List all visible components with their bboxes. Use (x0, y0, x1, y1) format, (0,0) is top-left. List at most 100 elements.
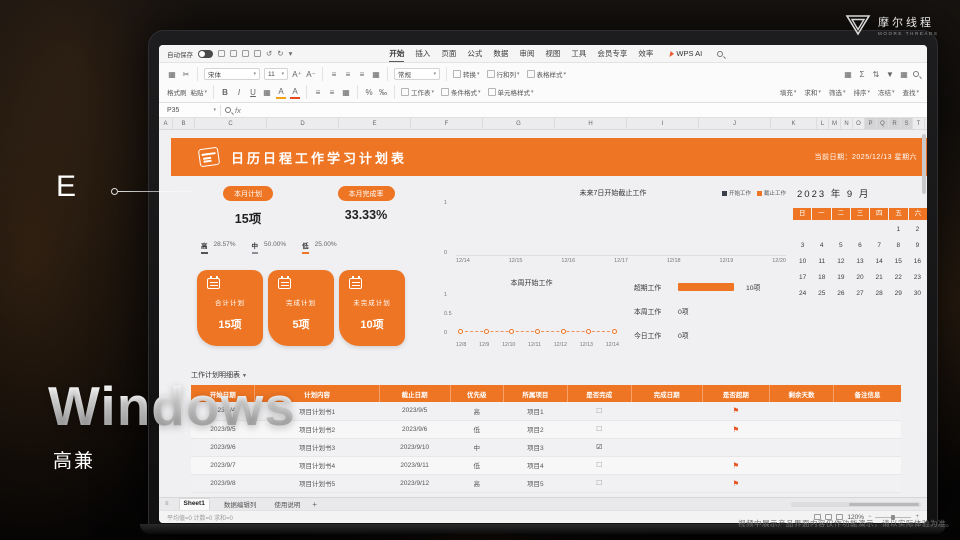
sheet-tab[interactable]: 使用说明 (270, 498, 304, 510)
day-cell[interactable]: 2 (908, 222, 927, 238)
day-cell[interactable]: 20 (850, 270, 869, 286)
ribbon-button[interactable]: 行和列▾ (487, 69, 520, 79)
menu-tab[interactable]: 会员专享 (597, 45, 627, 62)
ribbon-tool-button[interactable]: 求和▾ (804, 87, 821, 97)
day-cell[interactable]: 1 (889, 222, 908, 238)
italic-button[interactable]: I (234, 86, 244, 99)
font-color-icon[interactable]: A (290, 86, 300, 99)
day-cell[interactable]: 5 (831, 238, 850, 254)
day-cell[interactable]: 8 (889, 238, 908, 254)
autosave-toggle[interactable] (198, 50, 213, 58)
borders-icon[interactable]: ▦ (262, 86, 272, 99)
done-checkbox[interactable]: ☑ (596, 444, 602, 451)
wps-ai-button[interactable]: WPS AI (670, 49, 702, 58)
output-icon[interactable] (230, 50, 237, 57)
find-icon[interactable] (913, 71, 919, 77)
column-header[interactable]: P (865, 118, 877, 129)
number-format-select[interactable]: 常规▾ (394, 68, 440, 80)
menu-tab[interactable]: 视图 (545, 45, 560, 62)
day-cell[interactable]: 25 (812, 286, 831, 302)
day-cell[interactable]: 30 (908, 286, 927, 302)
table-header-cell[interactable]: 所属项目 (503, 385, 567, 402)
ribbon-tool-button[interactable]: 筛选▾ (829, 87, 846, 97)
search-icon[interactable] (717, 51, 723, 57)
day-cell[interactable] (831, 222, 850, 238)
bold-button[interactable]: B (220, 86, 230, 99)
day-cell[interactable]: 21 (870, 270, 889, 286)
day-cell[interactable]: 4 (812, 238, 831, 254)
cut-icon[interactable]: ✂ (181, 68, 191, 81)
menu-tab[interactable]: 插入 (415, 45, 430, 62)
ribbon-button[interactable]: 单元格样式▾ (488, 87, 534, 97)
menu-tab[interactable]: 数据 (493, 45, 508, 62)
day-cell[interactable]: 28 (870, 286, 889, 302)
menu-tab[interactable]: 公式 (467, 45, 482, 62)
toolbar-caret-icon[interactable]: ▾ (289, 49, 293, 58)
day-cell[interactable]: 23 (908, 270, 927, 286)
done-checkbox[interactable]: ☐ (596, 408, 602, 415)
column-header[interactable]: K (771, 118, 817, 129)
ribbon-button[interactable]: 表格样式▾ (527, 69, 567, 79)
font-size-select[interactable]: 11▾ (264, 68, 288, 80)
table-header-cell[interactable]: 是否超期 (702, 385, 769, 402)
day-cell[interactable]: 15 (889, 254, 908, 270)
ribbon-button[interactable]: 转换▾ (453, 69, 480, 79)
day-cell[interactable]: 19 (831, 270, 850, 286)
align-center-icon[interactable]: ≡ (343, 68, 353, 81)
day-cell[interactable]: 17 (793, 270, 812, 286)
day-cell[interactable]: 27 (850, 286, 869, 302)
day-cell[interactable]: 13 (850, 254, 869, 270)
horizontal-scrollbar[interactable] (791, 502, 921, 507)
font-decrease-icon[interactable]: A⁻ (306, 68, 316, 81)
column-header[interactable]: M (829, 118, 841, 129)
day-cell[interactable]: 16 (908, 254, 927, 270)
day-cell[interactable]: 12 (831, 254, 850, 270)
table-header-cell[interactable]: 是否完成 (567, 385, 631, 402)
column-header[interactable]: S (901, 118, 913, 129)
day-cell[interactable]: 26 (831, 286, 850, 302)
column-header[interactable]: L (817, 118, 829, 129)
sheet-tab[interactable]: 数据编辑列 (220, 498, 261, 510)
valign-top-icon[interactable]: ≡ (313, 86, 323, 99)
column-header[interactable]: Q (877, 118, 889, 129)
day-cell[interactable]: 22 (889, 270, 908, 286)
column-header[interactable]: A (159, 118, 173, 129)
column-header[interactable]: J (699, 118, 771, 129)
percent-icon[interactable]: % (364, 86, 374, 99)
font-increase-icon[interactable]: A⁺ (292, 68, 302, 81)
name-box[interactable]: P35▾ (163, 105, 221, 116)
day-cell[interactable]: 9 (908, 238, 927, 254)
formula-search-icon[interactable] (225, 107, 231, 113)
day-cell[interactable] (812, 222, 831, 238)
column-header[interactable]: D (267, 118, 339, 129)
table-header-cell[interactable]: 剩余天数 (770, 385, 834, 402)
vertical-scrollbar[interactable] (922, 134, 926, 194)
day-cell[interactable]: 29 (889, 286, 908, 302)
table-row[interactable]: 2023/9/5 项目计划书2 2023/9/6 低 项目2 ☐ ⚑ (191, 420, 901, 438)
align-right-icon[interactable]: ≡ (357, 68, 367, 81)
table-row[interactable]: 2023/9/8 项目计划书5 2023/9/12 高 项目5 ☐ ⚑ (191, 474, 901, 492)
column-header[interactable]: G (483, 118, 555, 129)
permille-icon[interactable]: ‰ (378, 86, 388, 99)
ribbon-button[interactable]: 工作表▾ (401, 87, 434, 97)
autosum-icon[interactable]: Σ (857, 68, 867, 81)
sort-icon[interactable]: ⇅ (871, 68, 881, 81)
column-header[interactable]: R (889, 118, 901, 129)
redo-icon[interactable]: ↻ (277, 49, 283, 58)
menu-tab[interactable]: 工具 (571, 45, 586, 62)
day-cell[interactable]: 3 (793, 238, 812, 254)
day-cell[interactable]: 24 (793, 286, 812, 302)
column-header[interactable]: I (627, 118, 699, 129)
table-header-cell[interactable]: 完成日期 (631, 385, 702, 402)
day-cell[interactable] (850, 222, 869, 238)
menu-tab[interactable]: 效率 (638, 45, 653, 62)
add-sheet-button[interactable]: + (312, 500, 317, 509)
fill-color-icon[interactable]: A (276, 86, 286, 99)
merge-center-icon[interactable]: ▦ (341, 86, 351, 99)
day-cell[interactable] (793, 222, 812, 238)
day-cell[interactable]: 18 (812, 270, 831, 286)
valign-middle-icon[interactable]: ≡ (327, 86, 337, 99)
align-left-icon[interactable]: ≡ (329, 68, 339, 81)
ribbon-tool-button[interactable]: 填充▾ (780, 87, 797, 97)
ribbon-tool-button[interactable]: 冻结▾ (878, 87, 895, 97)
